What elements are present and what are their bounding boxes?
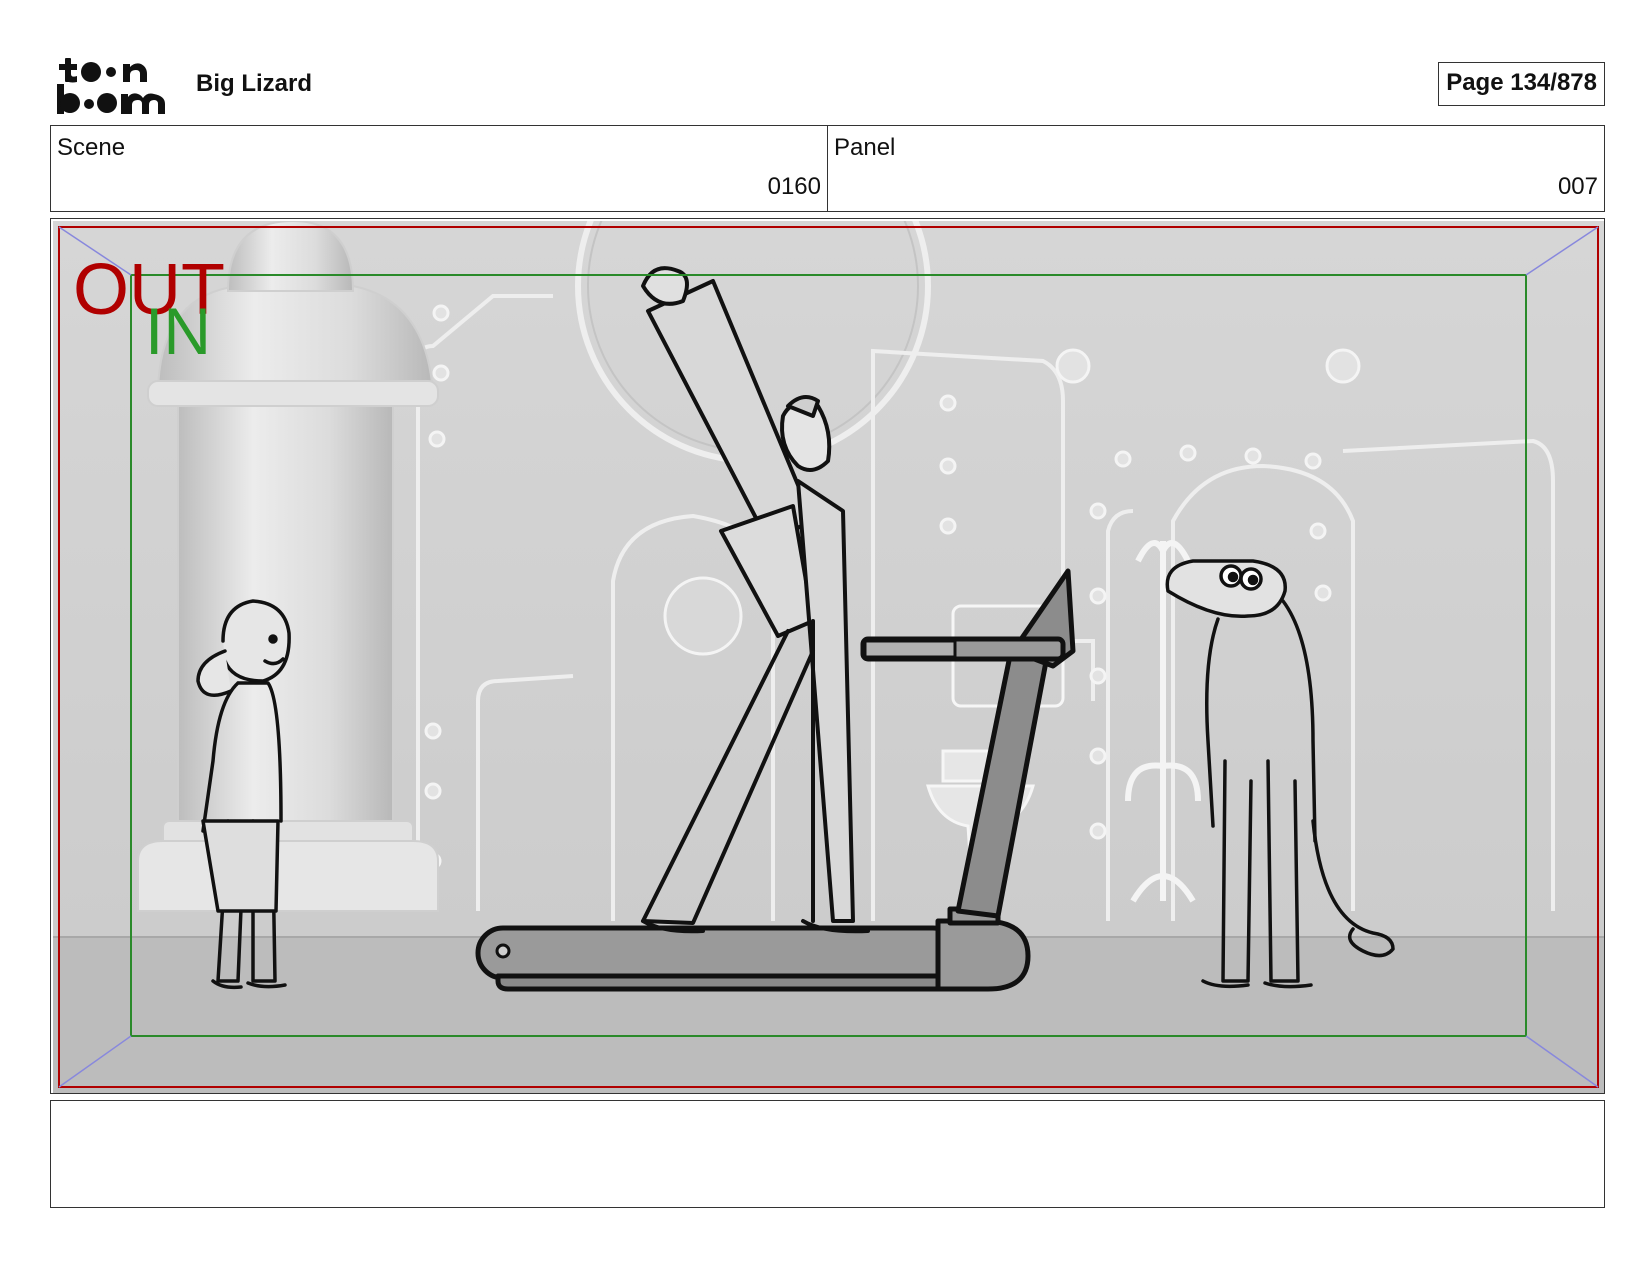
in-label: IN — [145, 294, 211, 368]
panel-cell: Panel 007 — [827, 126, 1604, 211]
panel-label: Panel — [834, 134, 896, 161]
toon-boom-logo — [57, 58, 165, 114]
panel-value: 007 — [1557, 173, 1598, 200]
scene-panel-info: Scene 0160 Panel 007 — [50, 125, 1605, 212]
scene-value: 0160 — [767, 173, 821, 200]
project-title: Big Lizard — [196, 70, 313, 97]
scene-label: Scene — [57, 134, 126, 161]
page-header: Big Lizard Page 134/878 — [50, 50, 1605, 120]
storyboard-panel: OUT IN — [50, 218, 1605, 1094]
page-number: Page 134/878 — [1438, 62, 1605, 106]
panel-notes-box[interactable] — [50, 1100, 1605, 1208]
scene-cell: Scene 0160 — [51, 126, 827, 211]
panel-drawing: OUT IN — [53, 221, 1604, 1093]
